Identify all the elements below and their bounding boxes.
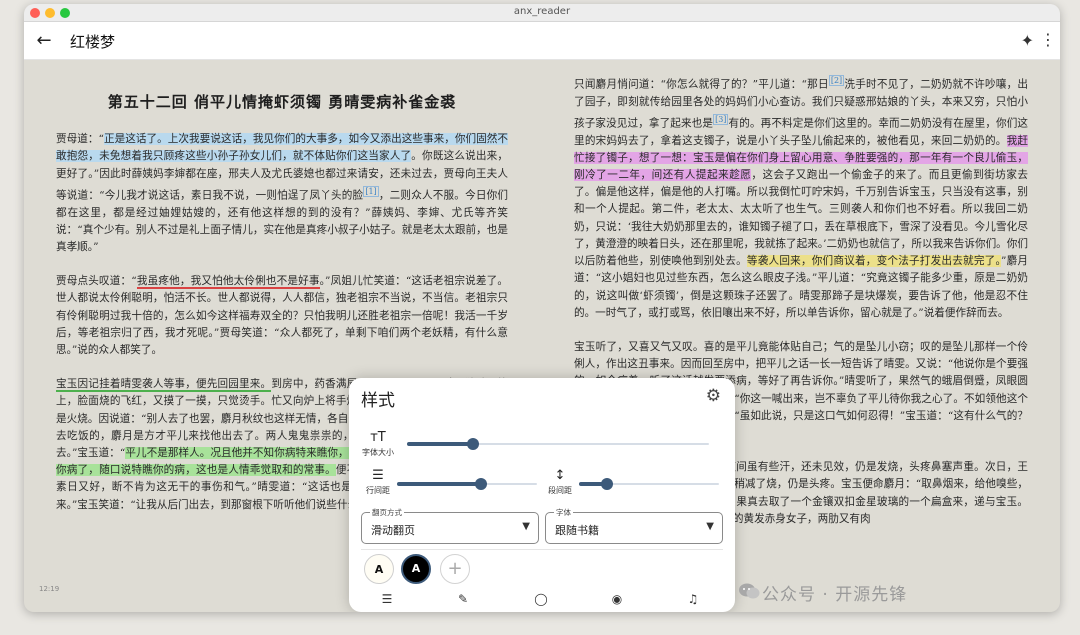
font-size-label: 字体大小 (362, 448, 394, 457)
underline-red[interactable]: 我虽疼他，我又怕他太伶俐也不是好事 (136, 275, 320, 290)
footnote-marker[interactable]: [3] (713, 113, 729, 125)
more-options-icon[interactable]: ⋮ (1040, 30, 1056, 49)
footnote-marker[interactable]: [1] (363, 185, 379, 197)
font-value: 跟随书籍 (555, 524, 599, 537)
theme-dark-button[interactable]: A (401, 554, 431, 584)
slider-thumb[interactable] (601, 478, 613, 490)
pen-icon[interactable]: ✎ (451, 592, 475, 606)
chapter-title: 第五十二回 俏平儿情掩虾须镯 勇晴雯病补雀金裘 (107, 93, 457, 111)
wechat-logo-icon (739, 583, 760, 599)
paragraph-spacing-label: 段间距 (548, 486, 572, 495)
line-spacing-slider[interactable] (397, 478, 537, 490)
font-size-slider[interactable] (407, 438, 709, 450)
app-bar: ← 红楼梦 ✦ ⋮ (24, 22, 1060, 60)
theme-light-button[interactable]: A (364, 554, 394, 584)
paragraph: 贾母点头叹道：“我虽疼他，我又怕他太伶俐也不是好事。”凤姐儿忙笑道：“这话老祖宗… (56, 275, 509, 356)
ai-sparkle-icon[interactable]: ✦ (1021, 31, 1034, 50)
style-panel: 样式 ⚙ тT 字体大小 ☰ 行间距 ↕ 段间距 翻页方式 滑动翻页 ▼ 字体 … (349, 378, 735, 612)
paragraph: 只闻麝月悄问道：“你怎么就得了的？”平儿道：“那日 [2] 洗手时不见了，二奶奶就不… (574, 75, 1029, 319)
underline-green[interactable]: 宝玉因记挂着晴雯袭人等事，便先回园里来。 (56, 378, 272, 393)
palette-icon[interactable]: ◉ (605, 592, 629, 606)
circle-icon[interactable]: ◯ (529, 592, 553, 606)
paragraph: 贾母道：“正是这话了。上次我要说这话，我见你们的大事多，如今又添出这些事来，你们… (56, 133, 509, 253)
add-theme-button[interactable]: + (440, 554, 470, 584)
slider-thumb[interactable] (475, 478, 487, 490)
chevron-down-icon: ▼ (706, 521, 714, 532)
back-arrow-icon[interactable]: ← (32, 30, 56, 52)
clock-time: 12:19 (39, 585, 60, 593)
divider (361, 549, 723, 550)
toc-icon[interactable]: ☰ (375, 592, 399, 606)
page-turn-select[interactable]: 翻页方式 滑动翻页 ▼ (361, 507, 539, 544)
headphones-icon[interactable]: ♫ (681, 592, 705, 606)
window-titlebar: anx_reader (24, 4, 1060, 22)
book-title: 红楼梦 (70, 33, 116, 51)
paragraph-spacing-icon: ↕ (554, 468, 566, 483)
font-select[interactable]: 字体 跟随书籍 ▼ (545, 507, 723, 544)
chevron-down-icon: ▼ (522, 521, 530, 532)
window-title: anx_reader (513, 6, 571, 17)
page-turn-label: 翻页方式 (370, 507, 404, 518)
line-spacing-label: 行间距 (366, 486, 390, 495)
watermark-text: 公众号 · 开源先锋 (762, 585, 908, 605)
font-size-icon: тT (370, 430, 386, 445)
line-spacing-icon: ☰ (372, 468, 384, 483)
paragraph-spacing-slider[interactable] (579, 478, 719, 490)
footnote-marker[interactable]: [2] (828, 75, 845, 86)
highlight-yellow[interactable]: 等袭人回来，你们商议着，变个法子打发出去就完了。 (746, 255, 1001, 268)
font-label: 字体 (554, 507, 573, 518)
gear-icon[interactable]: ⚙ (706, 386, 721, 406)
page-turn-value: 滑动翻页 (371, 524, 415, 537)
app-window: anx_reader ← 红楼梦 ✦ ⋮ 第五十二回 俏平儿情掩虾须镯 勇晴雯病… (24, 4, 1060, 612)
style-panel-title: 样式 (361, 391, 395, 411)
slider-thumb[interactable] (467, 438, 480, 450)
